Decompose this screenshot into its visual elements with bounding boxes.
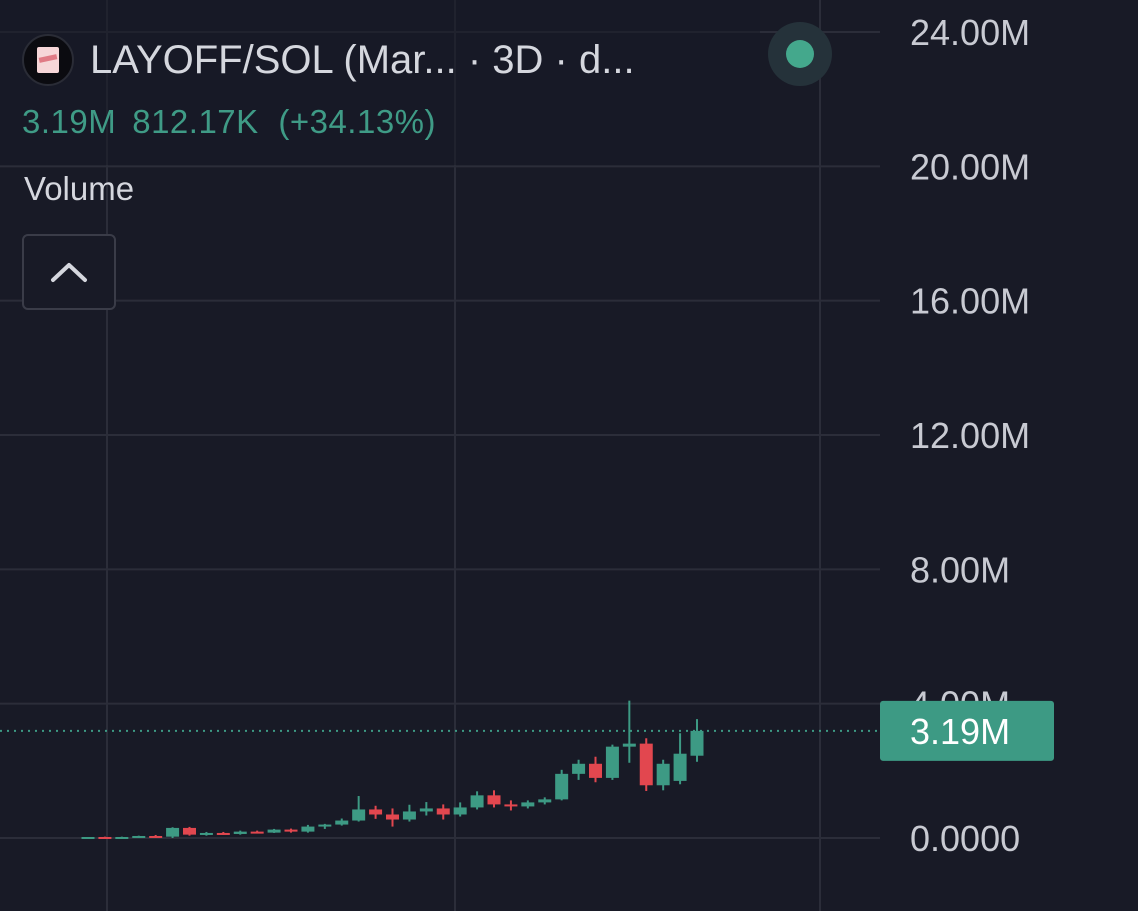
candle-body[interactable] (284, 829, 298, 832)
status-indicator[interactable] (768, 22, 832, 86)
candle-body[interactable] (369, 809, 383, 815)
y-tick-label: 24.00M (910, 12, 1030, 53)
candle-body[interactable] (98, 836, 112, 839)
candle-body[interactable] (538, 799, 552, 803)
chevron-up-icon (51, 263, 87, 282)
last-price-tag-text: 3.19M (910, 711, 1010, 752)
y-tick-label: 16.00M (910, 281, 1030, 322)
candle-body[interactable] (673, 753, 687, 781)
y-tick-label: 0.0000 (910, 818, 1020, 859)
candle-body[interactable] (504, 804, 518, 807)
candle-body[interactable] (166, 827, 180, 837)
candle-body[interactable] (402, 811, 416, 820)
collapse-indicators-button[interactable] (22, 234, 116, 310)
candle-body[interactable] (572, 763, 586, 774)
candle-body[interactable] (233, 831, 247, 834)
candle-body[interactable] (216, 832, 230, 835)
symbol-title[interactable]: LAYOFF/SOL (Mar... · 3D · d... (90, 40, 635, 80)
candle-body[interactable] (318, 824, 332, 827)
candle-body[interactable] (453, 807, 467, 815)
y-tick-label: 12.00M (910, 415, 1030, 456)
candle-body[interactable] (690, 730, 704, 756)
candle-body[interactable] (149, 835, 163, 838)
candle-body[interactable] (199, 832, 213, 835)
candle-body[interactable] (335, 820, 349, 825)
candle-body[interactable] (132, 835, 146, 838)
candle-body[interactable] (386, 814, 399, 820)
candle-body[interactable] (470, 795, 484, 808)
candle-body[interactable] (81, 836, 95, 839)
legend-values: 3.19M 812.17K (+34.13%) (22, 103, 436, 141)
candle-body[interactable] (622, 743, 636, 747)
candle-body[interactable] (267, 829, 281, 833)
chart-legend: LAYOFF/SOL (Mar... · 3D · d... 3.19M 812.… (0, 0, 760, 165)
candle-body[interactable] (555, 773, 569, 800)
candle-body[interactable] (352, 809, 366, 821)
symbol-row[interactable]: LAYOFF/SOL (Mar... · 3D · d... (22, 30, 635, 90)
token-avatar-icon (22, 34, 74, 86)
candle-body[interactable] (521, 802, 535, 807)
y-tick-label: 20.00M (910, 146, 1030, 187)
candle-body[interactable] (301, 826, 315, 832)
candle-body[interactable] (436, 808, 450, 815)
change-percent: (+34.13%) (278, 103, 437, 140)
candle-body[interactable] (639, 743, 653, 786)
candle-body[interactable] (589, 763, 602, 778)
candle-body[interactable] (656, 763, 670, 786)
change-value: 812.17K (132, 103, 259, 140)
candle-body[interactable] (250, 831, 264, 834)
candle-body[interactable] (487, 795, 501, 805)
last-value: 3.19M (22, 103, 117, 140)
candle-body[interactable] (419, 808, 433, 812)
status-dot-icon (786, 40, 814, 68)
candle-body[interactable] (115, 836, 129, 839)
candle-body[interactable] (183, 827, 196, 835)
y-tick-label: 8.00M (910, 549, 1010, 590)
volume-indicator-label[interactable]: Volume (24, 170, 134, 208)
candle-body[interactable] (605, 746, 619, 778)
